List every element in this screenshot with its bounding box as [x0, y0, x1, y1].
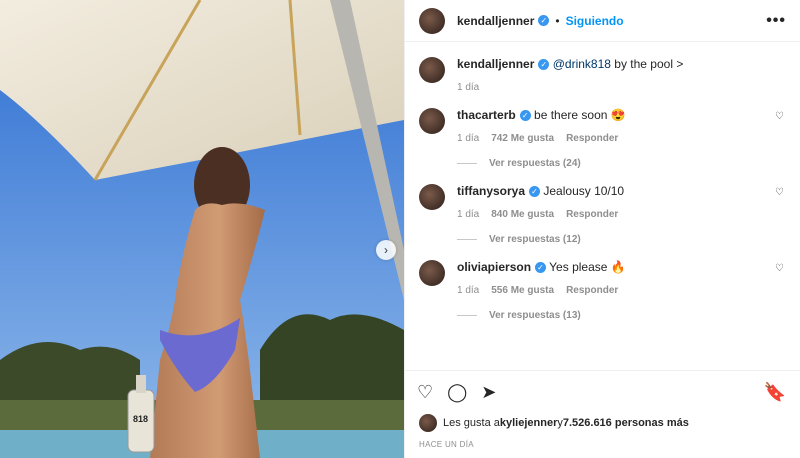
post-sidebar: kendalljenner ✓ • Siguiendo ••• kendallj…	[404, 0, 800, 458]
comment-likes[interactable]: 742 Me gusta	[491, 133, 554, 144]
more-options-icon[interactable]: •••	[766, 12, 786, 30]
reply-button[interactable]: Responder	[566, 285, 618, 296]
comment-likes[interactable]: 556 Me gusta	[491, 285, 554, 296]
commenter-avatar[interactable]	[419, 184, 445, 210]
comments-list[interactable]: kendalljenner ✓ @drink818 by the pool > 1…	[405, 42, 800, 370]
comment-like-heart-icon[interactable]: ♡	[775, 111, 784, 122]
comment-text: Jealousy 10/10	[543, 184, 625, 198]
likes-summary: Les gusta a kyliejenner y 7.526.616 pers…	[419, 414, 689, 432]
post-header: kendalljenner ✓ • Siguiendo •••	[405, 0, 800, 42]
reply-button[interactable]: Responder	[566, 209, 618, 220]
author-avatar[interactable]	[419, 7, 445, 34]
verified-badge-icon: ✓	[519, 110, 531, 122]
send-icon[interactable]: ➤	[481, 382, 496, 403]
likes-count[interactable]: 7.526.616 personas más	[563, 417, 689, 429]
reply-button[interactable]: Responder	[566, 133, 618, 144]
commenter-avatar[interactable]	[419, 260, 445, 286]
commenter-username[interactable]: oliviapierson	[457, 260, 531, 274]
comment-likes[interactable]: 840 Me gusta	[491, 209, 554, 220]
view-replies-button[interactable]: Ver respuestas (24)	[457, 158, 786, 169]
caption-text: by the pool >	[610, 57, 684, 71]
comment-like-heart-icon[interactable]: ♡	[775, 263, 784, 274]
post-dialog: 818 › kendalljenner ✓ • Siguiendo ••• ke…	[0, 0, 800, 458]
comment-icon[interactable]: ◯	[447, 382, 467, 403]
commenter-username[interactable]: thacarterb	[457, 108, 516, 122]
comment-time[interactable]: 1 día	[457, 133, 479, 144]
verified-badge-icon: ✓	[538, 59, 550, 71]
following-button[interactable]: Siguiendo	[566, 14, 624, 28]
comment-item: thacarterb ✓ be there soon 😍 1 día 742 Me…	[419, 107, 786, 169]
caption-mention[interactable]: @drink818	[553, 57, 611, 71]
bookmark-icon[interactable]: 🔖	[764, 382, 786, 403]
commenter-username[interactable]: tiffanysorya	[457, 184, 525, 198]
verified-badge-icon: ✓	[535, 262, 547, 274]
author-username[interactable]: kendalljenner	[457, 14, 534, 28]
verified-badge-icon: ✓	[538, 15, 550, 26]
svg-text:818: 818	[133, 414, 148, 424]
view-replies-button[interactable]: Ver respuestas (13)	[457, 310, 786, 321]
view-replies-button[interactable]: Ver respuestas (12)	[457, 234, 786, 245]
comment-item: tiffanysorya ✓ Jealousy 10/10 1 día 840 M…	[419, 183, 786, 245]
verified-badge-icon: ✓	[529, 186, 541, 198]
liker-avatar[interactable]	[419, 414, 437, 432]
comment-item: oliviapierson ✓ Yes please 🔥 1 día 556 Me…	[419, 259, 786, 321]
comment-time[interactable]: 1 día	[457, 285, 479, 296]
comment-text: Yes please 🔥	[549, 260, 626, 274]
likes-prefix: Les gusta a	[443, 417, 500, 429]
caption-avatar[interactable]	[419, 57, 445, 83]
comment-time[interactable]: 1 día	[457, 209, 479, 220]
caption: kendalljenner ✓ @drink818 by the pool > 1…	[419, 56, 786, 93]
heart-icon[interactable]: ♡	[417, 382, 433, 403]
post-actions: ♡ ◯ ➤ 🔖	[405, 370, 800, 414]
post-timestamp[interactable]: HACE UN DÍA	[419, 440, 474, 449]
liker-username[interactable]: kyliejenner	[500, 417, 557, 429]
commenter-avatar[interactable]	[419, 108, 445, 134]
comment-like-heart-icon[interactable]: ♡	[775, 187, 784, 198]
post-media: 818 ›	[0, 0, 404, 458]
post-photo: 818	[0, 0, 404, 458]
separator-dot: •	[555, 13, 560, 28]
caption-username[interactable]: kendalljenner	[457, 57, 534, 71]
caption-time[interactable]: 1 día	[457, 82, 479, 93]
next-photo-button[interactable]: ›	[376, 240, 396, 260]
comment-text: be there soon 😍	[534, 108, 626, 122]
